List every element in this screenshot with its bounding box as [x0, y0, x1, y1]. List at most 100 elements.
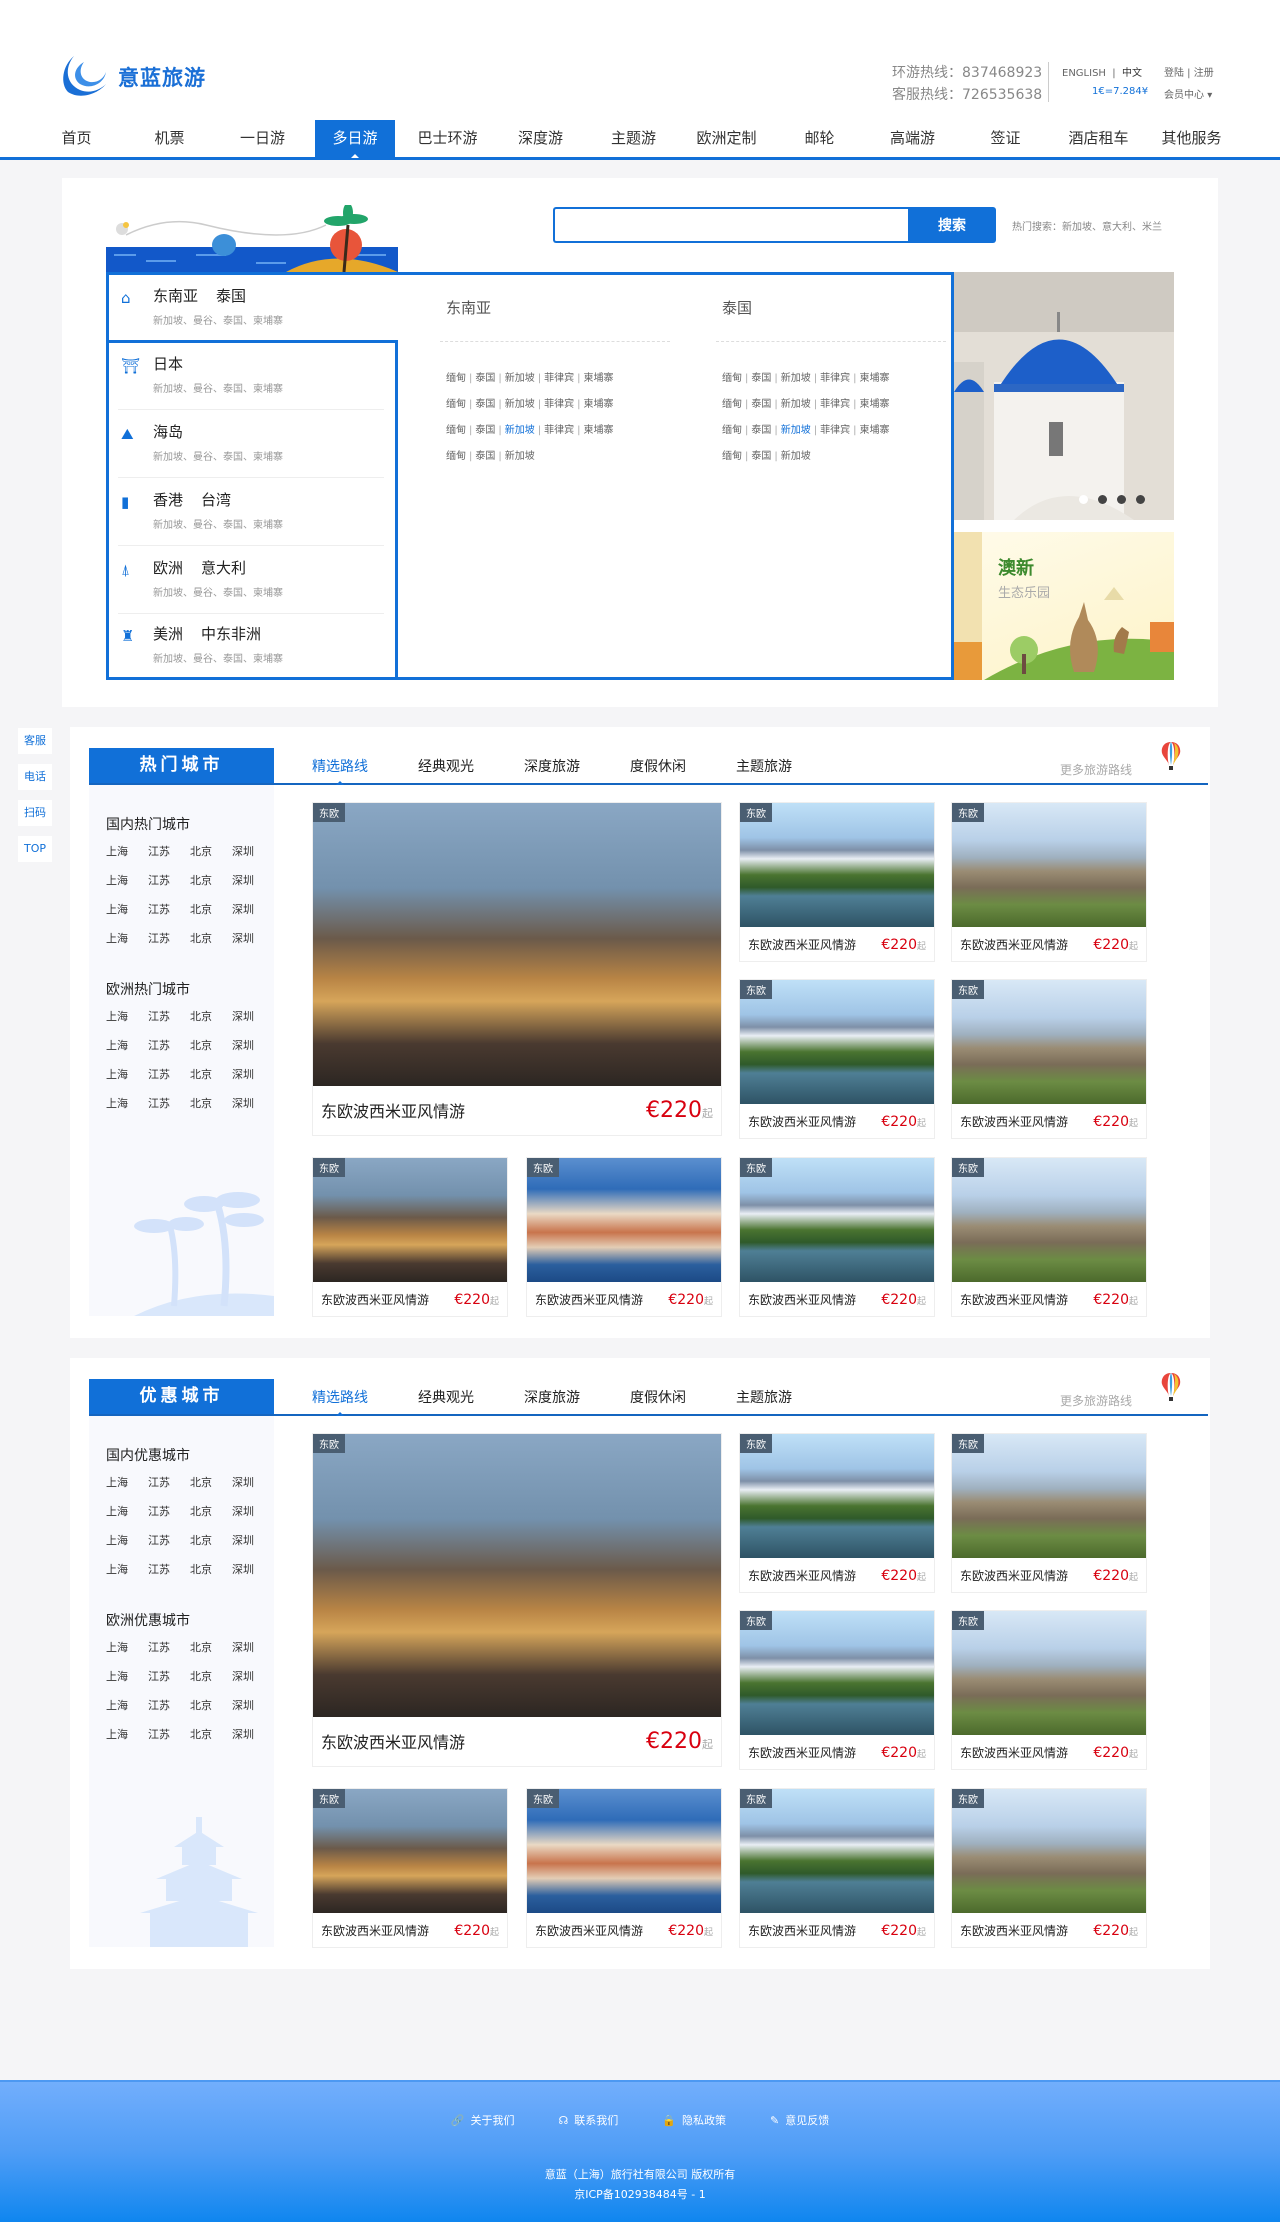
side-button-3[interactable]: TOP [18, 836, 52, 862]
carousel-dot[interactable] [1098, 495, 1107, 504]
category-item[interactable]: ⍋ 欧洲 意大利 新加坡、曼谷、泰国、柬埔寨 [109, 547, 395, 613]
tour-card[interactable]: 东欧 东欧波西米亚风情游 €220起 [951, 802, 1147, 962]
destination-link[interactable]: 新加坡 [781, 399, 811, 410]
tour-card[interactable]: 东欧 东欧波西米亚风情游 €220起 [951, 1433, 1147, 1593]
city-link[interactable]: 江苏 [148, 843, 190, 859]
destination-link[interactable]: 泰国 [475, 399, 495, 410]
city-link[interactable]: 上海 [106, 930, 148, 946]
search-input[interactable] [553, 207, 908, 243]
featured-tour-card[interactable]: 东欧 东欧波西米亚风情游 €220起 [312, 1433, 722, 1767]
city-link[interactable]: 北京 [190, 872, 232, 888]
city-link[interactable]: 北京 [190, 1008, 232, 1024]
city-link[interactable]: 上海 [106, 1639, 148, 1655]
footer-link[interactable]: 🔒 隐私政策 [662, 2112, 726, 2128]
city-link[interactable]: 江苏 [148, 1503, 190, 1519]
destination-link[interactable]: 新加坡 [505, 399, 535, 410]
city-link[interactable]: 北京 [190, 1561, 232, 1577]
destination-link[interactable]: 柬埔寨 [860, 399, 890, 410]
city-link[interactable]: 江苏 [148, 1561, 190, 1577]
tour-card[interactable]: 东欧 东欧波西米亚风情游 €220起 [312, 1157, 508, 1317]
city-link[interactable]: 深圳 [232, 1095, 274, 1111]
destination-link[interactable]: 缅甸 [722, 373, 742, 384]
city-link[interactable]: 深圳 [232, 1008, 274, 1024]
destination-link[interactable]: 泰国 [751, 373, 771, 384]
tour-card[interactable]: 东欧 东欧波西米亚风情游 €220起 [951, 1788, 1147, 1948]
tour-card[interactable]: 东欧 东欧波西米亚风情游 €220起 [951, 1157, 1147, 1317]
city-link[interactable]: 上海 [106, 1066, 148, 1082]
city-link[interactable]: 北京 [190, 1726, 232, 1742]
nav-item[interactable]: 巴士环游 [401, 120, 494, 157]
nav-item[interactable]: 签证 [959, 120, 1052, 157]
destination-link[interactable]: 新加坡 [505, 451, 535, 462]
city-link[interactable]: 江苏 [148, 1726, 190, 1742]
tour-card[interactable]: 东欧 东欧波西米亚风情游 €220起 [739, 802, 935, 962]
city-link[interactable]: 深圳 [232, 1668, 274, 1684]
tour-card[interactable]: 东欧 东欧波西米亚风情游 €220起 [739, 1610, 935, 1770]
destination-link[interactable]: 新加坡 [505, 425, 535, 436]
category-item[interactable]: ⛰ 海岛 新加坡、曼谷、泰国、柬埔寨 [109, 411, 395, 477]
tour-card[interactable]: 东欧 东欧波西米亚风情游 €220起 [739, 1433, 935, 1593]
nav-item[interactable]: 多日游 [315, 120, 395, 158]
category-item[interactable]: ⛩ 日本 新加坡、曼谷、泰国、柬埔寨 [109, 343, 395, 409]
city-link[interactable]: 上海 [106, 843, 148, 859]
tour-card[interactable]: 东欧 东欧波西米亚风情游 €220起 [526, 1788, 722, 1948]
more-routes-link[interactable]: 更多旅游路线 [1060, 1392, 1132, 1409]
nav-item[interactable]: 邮轮 [773, 120, 866, 157]
city-link[interactable]: 北京 [190, 1697, 232, 1713]
register-link[interactable]: 注册 [1194, 68, 1214, 79]
destination-link[interactable]: 柬埔寨 [584, 425, 614, 436]
destination-link[interactable]: 菲律宾 [820, 373, 850, 384]
city-link[interactable]: 深圳 [232, 930, 274, 946]
city-link[interactable]: 北京 [190, 1066, 232, 1082]
section-tab[interactable]: 主题旅游 [736, 755, 842, 779]
city-link[interactable]: 江苏 [148, 930, 190, 946]
destination-link[interactable]: 缅甸 [446, 425, 466, 436]
destination-link[interactable]: 泰国 [475, 373, 495, 384]
city-link[interactable]: 江苏 [148, 1037, 190, 1053]
city-link[interactable]: 上海 [106, 1697, 148, 1713]
search-button[interactable]: 搜索 [908, 207, 996, 243]
destination-link[interactable]: 泰国 [751, 399, 771, 410]
city-link[interactable]: 江苏 [148, 1668, 190, 1684]
destination-link[interactable]: 泰国 [475, 425, 495, 436]
tour-card[interactable]: 东欧 东欧波西米亚风情游 €220起 [739, 979, 935, 1139]
city-link[interactable]: 上海 [106, 1668, 148, 1684]
promo-banner[interactable]: 澳新 生态乐园 [954, 532, 1174, 680]
city-link[interactable]: 上海 [106, 1726, 148, 1742]
nav-item[interactable]: 深度游 [494, 120, 587, 157]
city-link[interactable]: 上海 [106, 1008, 148, 1024]
logo[interactable]: 意蓝旅游 [60, 54, 206, 100]
city-link[interactable]: 上海 [106, 1474, 148, 1490]
nav-item[interactable]: 其他服务 [1145, 120, 1238, 157]
city-link[interactable]: 江苏 [148, 1095, 190, 1111]
city-link[interactable]: 江苏 [148, 1008, 190, 1024]
city-link[interactable]: 深圳 [232, 1639, 274, 1655]
city-link[interactable]: 上海 [106, 1561, 148, 1577]
destination-link[interactable]: 菲律宾 [544, 373, 574, 384]
destination-link[interactable]: 菲律宾 [544, 425, 574, 436]
city-link[interactable]: 上海 [106, 872, 148, 888]
destination-link[interactable]: 泰国 [475, 451, 495, 462]
destination-link[interactable]: 新加坡 [505, 373, 535, 384]
city-link[interactable]: 北京 [190, 930, 232, 946]
destination-link[interactable]: 柬埔寨 [860, 425, 890, 436]
more-routes-link[interactable]: 更多旅游路线 [1060, 761, 1132, 778]
tour-card[interactable]: 东欧 东欧波西米亚风情游 €220起 [951, 1610, 1147, 1770]
nav-item[interactable]: 首页 [30, 120, 123, 157]
city-link[interactable]: 北京 [190, 1095, 232, 1111]
tour-card[interactable]: 东欧 东欧波西米亚风情游 €220起 [526, 1157, 722, 1317]
city-link[interactable]: 北京 [190, 1639, 232, 1655]
city-link[interactable]: 北京 [190, 901, 232, 917]
section-tab[interactable]: 经典观光 [418, 1386, 524, 1410]
destination-link[interactable]: 菲律宾 [820, 399, 850, 410]
city-link[interactable]: 上海 [106, 1503, 148, 1519]
destination-link[interactable]: 泰国 [751, 451, 771, 462]
city-link[interactable]: 上海 [106, 1037, 148, 1053]
city-link[interactable]: 上海 [106, 1095, 148, 1111]
city-link[interactable]: 深圳 [232, 1503, 274, 1519]
nav-item[interactable]: 机票 [123, 120, 216, 157]
city-link[interactable]: 深圳 [232, 1474, 274, 1490]
chinese-link[interactable]: 中文 [1122, 68, 1142, 79]
city-link[interactable]: 深圳 [232, 843, 274, 859]
destination-link[interactable]: 新加坡 [781, 451, 811, 462]
